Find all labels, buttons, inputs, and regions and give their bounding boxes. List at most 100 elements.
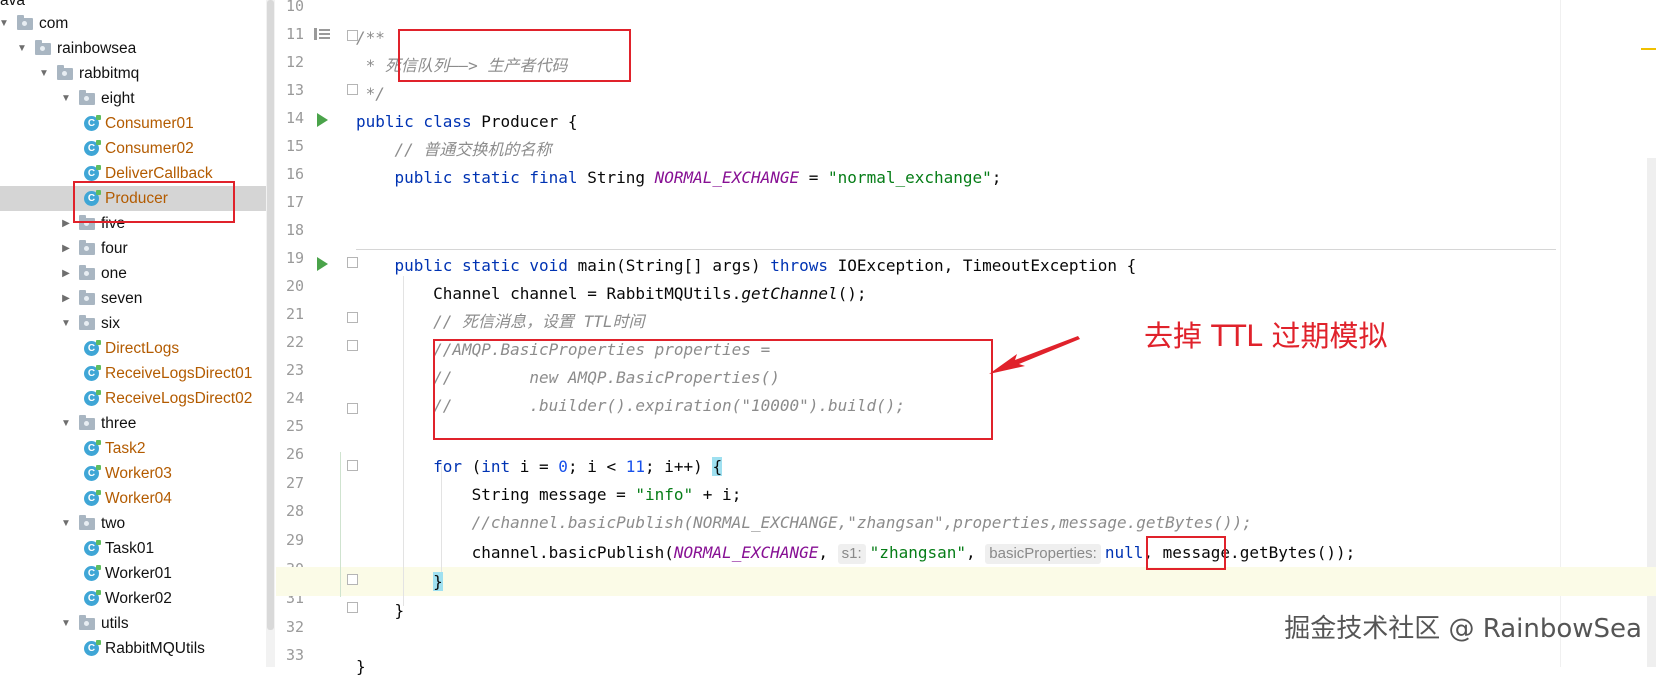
line-number: 26 bbox=[285, 445, 304, 463]
param-hint: basicProperties: bbox=[985, 544, 1101, 564]
line-number: 11 bbox=[285, 25, 304, 43]
tree-item-seven[interactable]: ▶ seven bbox=[0, 286, 266, 311]
tree-item-two[interactable]: ▼ two bbox=[0, 511, 266, 536]
package-folder-icon bbox=[79, 90, 95, 105]
run-main-icon[interactable] bbox=[317, 257, 328, 271]
expand-arrow-icon[interactable]: ▼ bbox=[60, 611, 72, 636]
tree-item-receivelogsdirect02[interactable]: C ReceiveLogsDirect02 bbox=[0, 386, 266, 411]
expand-arrow-icon[interactable]: ▼ bbox=[16, 36, 28, 61]
tree-item-eight[interactable]: ▼ eight bbox=[0, 86, 266, 111]
tree-item-receivelogsdirect01[interactable]: C ReceiveLogsDirect01 bbox=[0, 361, 266, 386]
tree-item-consumer02[interactable]: C Consumer02 bbox=[0, 136, 266, 161]
code-line-11[interactable]: /** bbox=[356, 23, 385, 52]
line-number: 10 bbox=[285, 0, 304, 15]
tree-item-directlogs[interactable]: C DirectLogs bbox=[0, 336, 266, 361]
comment: // 死信消息，设置 TTL时间 bbox=[356, 312, 645, 331]
keyword: int bbox=[481, 457, 520, 476]
line-number: 17 bbox=[285, 193, 304, 211]
collapse-arrow-icon[interactable]: ▶ bbox=[60, 286, 72, 311]
annotation-text: 去掉 TTL 过期模拟 bbox=[1144, 319, 1388, 353]
tree-scrollbar-thumb[interactable] bbox=[267, 0, 274, 630]
tree-scrollbar[interactable] bbox=[266, 0, 275, 667]
tree-item-utils[interactable]: ▼ utils bbox=[0, 611, 266, 636]
number-literal: 0 bbox=[558, 457, 568, 476]
java-class-icon: C bbox=[84, 540, 101, 556]
package-folder-icon bbox=[79, 415, 95, 430]
tree-item-four[interactable]: ▶ four bbox=[0, 236, 266, 261]
line-number: 16 bbox=[285, 165, 304, 183]
package-folder-icon bbox=[79, 290, 95, 305]
null-literal: null bbox=[1104, 543, 1144, 562]
tree-item-label: ReceiveLogsDirect01 bbox=[105, 365, 253, 382]
tree-item-task2[interactable]: C Task2 bbox=[0, 436, 266, 461]
doc-render-icon[interactable] bbox=[314, 27, 330, 41]
string-literal: "zhangsan" bbox=[869, 543, 966, 562]
code-line-13[interactable]: */ bbox=[356, 79, 385, 108]
code-line-14[interactable]: public class Producer { bbox=[356, 107, 578, 136]
run-class-icon[interactable] bbox=[317, 113, 328, 127]
code-line-15[interactable]: // 普通交换机的名称 bbox=[356, 135, 552, 164]
tree-item-worker02[interactable]: C Worker02 bbox=[0, 586, 266, 611]
method-signature: main(String[] args) bbox=[577, 256, 771, 275]
tree-item-label: Worker02 bbox=[105, 590, 172, 607]
package-folder-icon bbox=[79, 515, 95, 530]
code-line-19[interactable]: public static void main(String[] args) t… bbox=[356, 251, 1137, 280]
code-line-20[interactable]: Channel channel = RabbitMQUtils.getChann… bbox=[356, 279, 867, 308]
expand-arrow-icon[interactable]: ▼ bbox=[60, 511, 72, 536]
code-line-28[interactable]: //channel.basicPublish(NORMAL_EXCHANGE,"… bbox=[356, 508, 1252, 537]
code-text: ; i < bbox=[567, 457, 626, 476]
expand-arrow-icon[interactable]: ▼ bbox=[0, 11, 10, 36]
tree-item-worker04[interactable]: C Worker04 bbox=[0, 486, 266, 511]
code-text: String message = bbox=[356, 485, 636, 504]
collapse-arrow-icon[interactable]: ▶ bbox=[60, 261, 72, 286]
tree-item-rainbowsea[interactable]: ▼ rainbowsea bbox=[0, 36, 266, 61]
tree-item-rabbitmq[interactable]: ▼ rabbitmq bbox=[0, 61, 266, 86]
expand-arrow-icon[interactable]: ▼ bbox=[60, 86, 72, 111]
collapse-arrow-icon[interactable]: ▶ bbox=[60, 211, 72, 236]
line-number: 20 bbox=[285, 277, 304, 295]
code-text: channel.basicPublish( bbox=[356, 543, 674, 562]
tree-item-six[interactable]: ▼ six bbox=[0, 311, 266, 336]
current-line-highlight bbox=[276, 567, 1656, 596]
code-text: + i; bbox=[693, 485, 742, 504]
tree-item-label: Consumer02 bbox=[105, 140, 194, 157]
constant: NORMAL_EXCHANGE bbox=[654, 168, 800, 187]
tree-item-com[interactable]: ▼ com bbox=[0, 11, 266, 36]
tree-item-worker03[interactable]: C Worker03 bbox=[0, 461, 266, 486]
code-line-21[interactable]: // 死信消息，设置 TTL时间 bbox=[356, 307, 645, 336]
java-class-icon: C bbox=[84, 165, 101, 181]
code-line-16[interactable]: public static final String NORMAL_EXCHAN… bbox=[356, 163, 1002, 192]
keyword: throws bbox=[770, 256, 838, 275]
tree-item-consumer01[interactable]: C Consumer01 bbox=[0, 111, 266, 136]
java-class-icon: C bbox=[84, 590, 101, 606]
expand-arrow-icon[interactable]: ▼ bbox=[38, 61, 50, 86]
tree-item-label: Task2 bbox=[105, 440, 146, 457]
java-class-icon: C bbox=[84, 440, 101, 456]
code-text: , bbox=[966, 543, 986, 562]
tree-item-one[interactable]: ▶ one bbox=[0, 261, 266, 286]
tree-item-three[interactable]: ▼ three bbox=[0, 411, 266, 436]
warning-marker[interactable] bbox=[1641, 48, 1656, 50]
keyword: public static void bbox=[356, 256, 578, 275]
comment: //channel.basicPublish(NORMAL_EXCHANGE,"… bbox=[356, 513, 1252, 532]
package-folder-icon bbox=[17, 15, 33, 30]
code-line-26[interactable]: for (int i = 0; i < 11; i++) { bbox=[356, 452, 723, 481]
annotation-arrow bbox=[989, 336, 1080, 374]
tree-item-label: four bbox=[101, 240, 128, 257]
tree-item-worker01[interactable]: C Worker01 bbox=[0, 561, 266, 586]
code-text: Channel channel = RabbitMQUtils. bbox=[356, 284, 742, 303]
expand-arrow-icon[interactable]: ▼ bbox=[60, 311, 72, 336]
ttl-code-highlight-box bbox=[433, 339, 993, 440]
matched-brace: } bbox=[433, 572, 443, 591]
collapse-arrow-icon[interactable]: ▶ bbox=[60, 236, 72, 261]
tree-item-task01[interactable]: C Task01 bbox=[0, 536, 266, 561]
code-text: (); bbox=[837, 284, 867, 303]
tree-item-rabbitmqutils[interactable]: C RabbitMQUtils bbox=[0, 636, 266, 661]
null-arg-highlight-box bbox=[1146, 536, 1226, 570]
project-tree: ava ▼ com ▼ rainbowsea ▼ rabbitmq ▼ eight C Consu… bbox=[0, 0, 267, 667]
string-literal: "info" bbox=[635, 485, 694, 504]
code-line-27[interactable]: String message = "info" + i; bbox=[356, 480, 742, 509]
expand-arrow-icon[interactable]: ▼ bbox=[60, 411, 72, 436]
code-line-30[interactable]: } bbox=[356, 567, 443, 596]
code-line-31[interactable]: } bbox=[356, 596, 405, 625]
